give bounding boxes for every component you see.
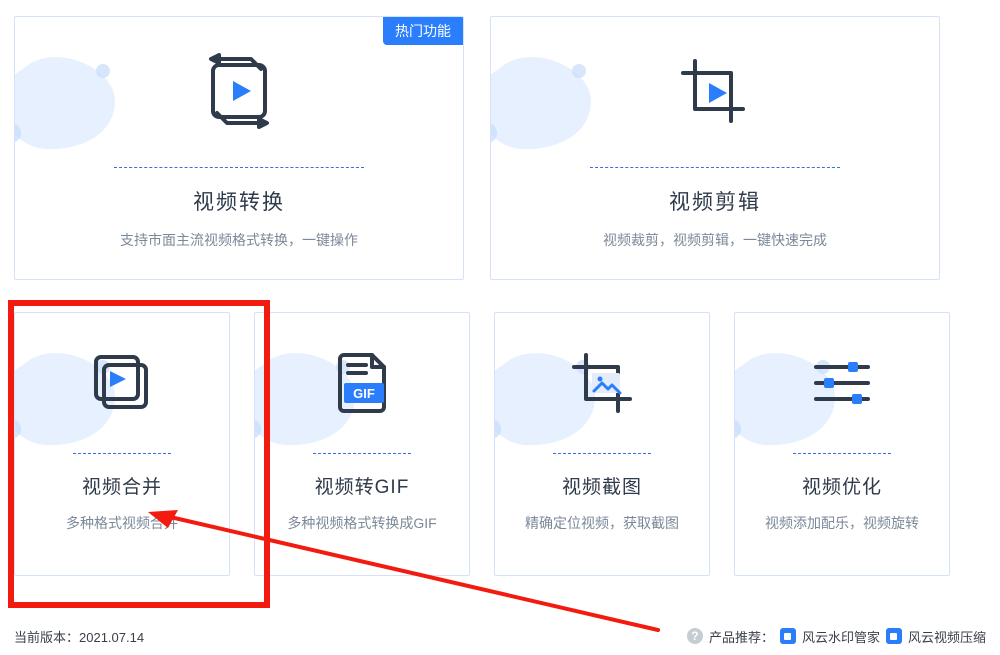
svg-text:GIF: GIF: [353, 386, 375, 401]
card-title: 视频合并: [82, 472, 162, 499]
card-title: 视频优化: [802, 472, 882, 499]
card-title: 视频剪辑: [669, 186, 761, 216]
footer-bar: 当前版本：2021.07.14 ? 产品推荐： 风云水印管家 风云视频压缩: [14, 623, 986, 649]
gif-icon: GIF: [255, 313, 469, 451]
card-video-to-gif[interactable]: GIF 视频转GIF 多种视频格式转换成GIF: [254, 312, 470, 576]
card-video-optimize[interactable]: 视频优化 视频添加配乐，视频旋转: [734, 312, 950, 576]
card-subtitle: 精确定位视频，获取截图: [513, 513, 691, 533]
card-title: 视频转换: [193, 186, 285, 216]
card-video-merge[interactable]: 视频合并 多种格式视频合并: [14, 312, 230, 576]
card-video-convert[interactable]: 热门功能 视频转换 支持市面主流视频格式转换，一键操作: [14, 16, 464, 280]
card-subtitle: 视频裁剪，视频剪辑，一键快速完成: [591, 230, 839, 250]
convert-icon: [15, 17, 463, 165]
merge-icon: [15, 313, 229, 451]
recommend-link-compress[interactable]: 风云视频压缩: [908, 627, 986, 646]
recommend-link-watermark[interactable]: 风云水印管家: [802, 627, 880, 646]
card-title: 视频转GIF: [315, 472, 410, 499]
app-icon-watermark: [780, 628, 796, 644]
recommend-label: 产品推荐：: [709, 627, 774, 646]
app-icon-compress: [886, 628, 902, 644]
snapshot-icon: [495, 313, 709, 451]
card-video-snapshot[interactable]: 视频截图 精确定位视频，获取截图: [494, 312, 710, 576]
card-subtitle: 多种视频格式转换成GIF: [275, 513, 448, 533]
card-subtitle: 支持市面主流视频格式转换，一键操作: [108, 230, 370, 250]
crop-icon: [491, 17, 939, 165]
card-video-edit[interactable]: 视频剪辑 视频裁剪，视频剪辑，一键快速完成: [490, 16, 940, 280]
card-subtitle: 多种格式视频合并: [54, 513, 190, 533]
sliders-icon: [735, 313, 949, 451]
help-icon[interactable]: ?: [687, 628, 703, 644]
card-subtitle: 视频添加配乐，视频旋转: [753, 513, 931, 533]
card-title: 视频截图: [562, 472, 642, 499]
version-text: 当前版本：2021.07.14: [14, 627, 144, 646]
